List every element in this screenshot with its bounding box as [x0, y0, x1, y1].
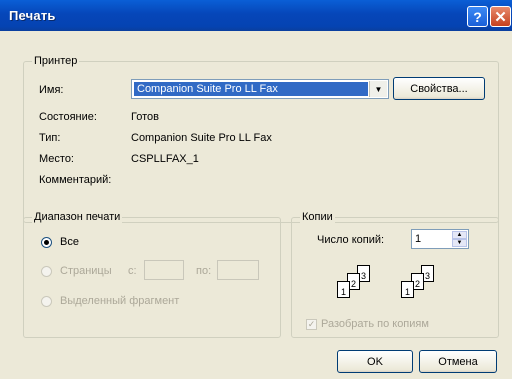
help-button[interactable]: ? [467, 6, 488, 27]
range-all-radio[interactable] [41, 237, 52, 248]
dialog-body: Принтер Имя: Companion Suite Pro LL Fax … [3, 31, 509, 376]
copies-count-spinner[interactable]: 1 ▲ ▼ [411, 229, 469, 249]
close-button[interactable]: ✕ [490, 6, 511, 27]
collate-pages-icon: 3 2 1 3 2 1 [333, 259, 463, 309]
comment-label: Комментарий: [39, 174, 112, 186]
collate-label[interactable]: Разобрать по копиям [321, 318, 429, 330]
type-value: Companion Suite Pro LL Fax [131, 132, 272, 144]
properties-button[interactable]: Свойства... [393, 77, 485, 100]
printer-name-value: Companion Suite Pro LL Fax [134, 82, 368, 96]
printer-name-select[interactable]: Companion Suite Pro LL Fax ▼ [131, 79, 389, 99]
printer-group-label: Принтер [32, 55, 80, 67]
range-from-input[interactable] [144, 260, 184, 280]
ok-button-label: OK [367, 355, 383, 368]
title-bar[interactable]: Печать ? ✕ [0, 0, 512, 31]
collate-checkbox[interactable]: ✓ [306, 319, 317, 330]
spin-down-icon[interactable]: ▼ [452, 239, 467, 247]
spin-up-icon[interactable]: ▲ [452, 231, 467, 239]
print-range-group-label: Диапазон печати [32, 211, 123, 223]
dropdown-arrow-icon[interactable]: ▼ [369, 81, 387, 97]
range-all-label[interactable]: Все [60, 236, 79, 248]
type-label: Тип: [39, 132, 61, 144]
where-label: Место: [39, 153, 74, 165]
close-icon: ✕ [494, 8, 507, 26]
window-title: Печать [9, 8, 56, 23]
range-from-label: с: [128, 265, 137, 277]
range-selection-label[interactable]: Выделенный фрагмент [60, 295, 179, 307]
copies-group-label: Копии [300, 211, 335, 223]
range-to-label: по: [196, 265, 212, 277]
where-value: CSPLLFAX_1 [131, 153, 199, 165]
copies-count-value: 1 [415, 233, 422, 245]
cancel-button[interactable]: Отмена [419, 350, 497, 373]
cancel-button-label: Отмена [438, 355, 478, 368]
page-1-icon: 1 [401, 281, 414, 298]
help-icon: ? [473, 8, 482, 25]
status-label: Состояние: [39, 111, 97, 123]
ok-button[interactable]: OK [337, 350, 413, 373]
page-1-icon: 1 [337, 281, 350, 298]
range-pages-radio[interactable] [41, 266, 52, 277]
range-to-input[interactable] [217, 260, 259, 280]
name-label: Имя: [39, 84, 64, 96]
copies-count-label: Число копий: [317, 234, 385, 246]
range-selection-radio[interactable] [41, 296, 52, 307]
properties-button-label: Свойства... [410, 82, 468, 95]
status-value: Готов [131, 111, 159, 123]
range-pages-label[interactable]: Страницы [60, 265, 112, 277]
